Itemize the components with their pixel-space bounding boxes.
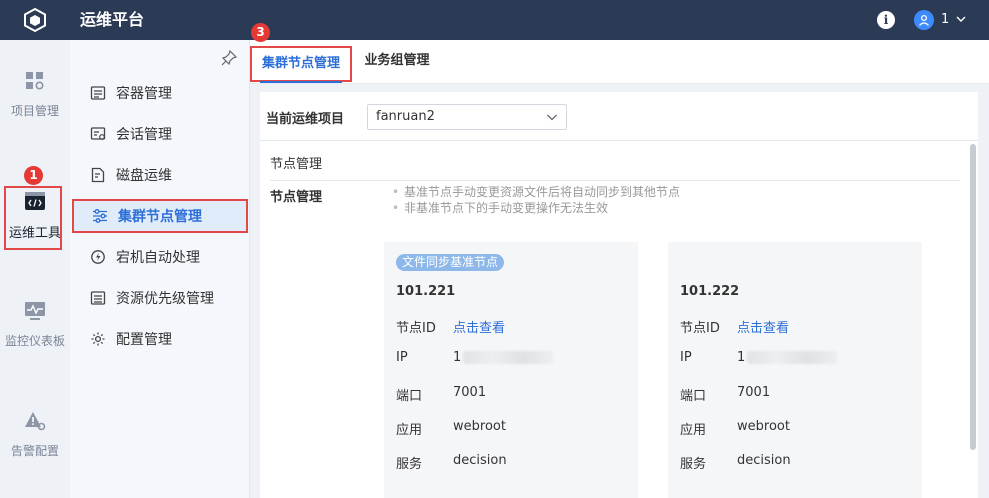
note-item: 非基准节点下的手动变更操作无法生效: [390, 200, 680, 216]
project-label: 当前运维项目: [266, 112, 345, 127]
main-panel: 集群节点管理 业务组管理 当前运维项目 fanruan2 节点管理 节点管理 基…: [250, 40, 989, 498]
session-icon: [90, 127, 106, 140]
subnav-label: 资源优先级管理: [116, 291, 214, 307]
user-name[interactable]: 1: [941, 0, 949, 40]
subnav-label: 容器管理: [116, 86, 172, 102]
node-row-label: 服务: [396, 457, 423, 472]
vertical-scrollbar[interactable]: [970, 144, 976, 450]
subnav-item-priority[interactable]: 资源优先级管理: [72, 281, 248, 315]
app-title: 运维平台: [80, 10, 145, 29]
node-row-label: 节点ID: [396, 321, 436, 336]
tab-bar: 集群节点管理 业务组管理: [250, 40, 989, 84]
subnav-item-disk[interactable]: 磁盘运维: [72, 158, 248, 192]
container-icon: [90, 86, 106, 100]
node-row-label: 节点ID: [680, 321, 720, 336]
subnav-item-session[interactable]: 会话管理: [72, 117, 248, 151]
section-title: 节点管理: [270, 157, 323, 172]
node-app-value: webroot: [737, 419, 790, 434]
subnav-label: 会话管理: [116, 127, 172, 143]
primary-sidebar: 项目管理 运维工具 监控仪表板 告警配置: [0, 40, 70, 498]
sliders-icon: [93, 209, 107, 223]
chevron-down-icon: [547, 114, 557, 121]
user-avatar-icon[interactable]: [914, 10, 934, 30]
highlight-box-ops-tools: [4, 186, 62, 250]
subnav-label: 磁盘运维: [116, 168, 172, 184]
node-management-notes: 基准节点手动变更资源文件后将自动同步到其他节点 非基准节点下的手动变更操作无法生…: [390, 184, 680, 216]
top-bar: 运维平台 i 1: [0, 0, 989, 40]
ip-visible-part: 1: [453, 350, 462, 365]
node-row-label: 应用: [396, 423, 423, 438]
iconbar-item-monitor[interactable]: 监控仪表板: [0, 290, 70, 358]
base-node-badge: 文件同步基准节点: [396, 254, 505, 271]
step-marker-1: 1: [24, 166, 43, 185]
iconbar-label: 项目管理: [10, 104, 59, 118]
iconbar-label: 告警配置: [10, 444, 59, 458]
node-service-value: decision: [737, 453, 791, 468]
config-gear-icon: [91, 332, 105, 346]
node-service-value: decision: [453, 453, 507, 468]
node-row-label: 应用: [680, 423, 707, 438]
subnav-label: 宕机自动处理: [116, 250, 200, 266]
view-node-id-link[interactable]: 点击查看: [453, 317, 505, 336]
subnav-item-container[interactable]: 容器管理: [72, 76, 248, 110]
divider: [270, 180, 960, 181]
disk-file-icon: [91, 167, 105, 183]
masked-ip-block: [463, 351, 554, 364]
note-item: 基准节点手动变更资源文件后将自动同步到其他节点: [390, 184, 680, 200]
node-row-label: 端口: [680, 389, 707, 404]
node-port-value: 7001: [453, 385, 487, 400]
node-port-value: 7001: [737, 385, 771, 400]
step-marker-3: 3: [251, 23, 270, 42]
pin-icon[interactable]: [221, 50, 237, 66]
subnav-label: 集群节点管理: [118, 209, 202, 225]
node-ip-title: 101.221: [396, 284, 456, 299]
cube-logo-icon: [24, 7, 46, 33]
node-management-label: 节点管理: [270, 190, 323, 205]
view-node-id-link[interactable]: 点击查看: [737, 317, 789, 336]
subnav-label: 配置管理: [116, 332, 172, 348]
subnav-item-config[interactable]: 配置管理: [72, 322, 248, 356]
node-app-value: webroot: [453, 419, 506, 434]
iconbar-item-alert[interactable]: 告警配置: [0, 400, 70, 468]
tab-cluster-node[interactable]: 集群节点管理: [250, 46, 352, 83]
warning-gear-icon: [25, 412, 46, 431]
iconbar-item-project[interactable]: 项目管理: [0, 60, 70, 128]
auto-recover-icon: [91, 250, 105, 264]
tab-business-group[interactable]: 业务组管理: [358, 40, 436, 82]
node-card: 文件同步基准节点 101.221 节点ID 点击查看 IP 1 端口 7001 …: [384, 242, 638, 498]
grid-gear-icon: [26, 72, 44, 90]
node-row-label: IP: [396, 350, 408, 365]
node-row-label: 端口: [396, 389, 423, 404]
masked-ip-block: [747, 351, 838, 364]
node-card: 101.222 节点ID 点击查看 IP 1 端口 7001 应用 webroo…: [668, 242, 922, 498]
chevron-down-icon[interactable]: [955, 13, 967, 25]
ip-visible-part: 1: [737, 350, 746, 365]
project-select-value: fanruan2: [376, 109, 435, 124]
project-select[interactable]: fanruan2: [367, 104, 567, 130]
node-ip-title: 101.222: [680, 284, 740, 299]
node-row-label: 服务: [680, 457, 707, 472]
info-icon[interactable]: i: [877, 11, 895, 29]
divider: [260, 140, 978, 141]
content-card: 当前运维项目 fanruan2 节点管理 节点管理 基准节点手动变更资源文件后将…: [260, 92, 978, 498]
node-ip-value: 1: [737, 350, 838, 365]
subnav-item-cluster-node[interactable]: 集群节点管理: [72, 199, 248, 233]
subnav-item-auto-recover[interactable]: 宕机自动处理: [72, 240, 248, 274]
node-ip-value: 1: [453, 350, 554, 365]
monitor-pulse-icon: [25, 302, 45, 320]
priority-icon: [90, 291, 106, 305]
node-row-label: IP: [680, 350, 692, 365]
secondary-sidebar: 容器管理 会话管理 磁盘运维 集群节点管理 宕机自动处理 资源优先级管理 配置管…: [70, 40, 250, 498]
iconbar-label: 监控仪表板: [4, 334, 65, 348]
logo[interactable]: [0, 0, 70, 40]
